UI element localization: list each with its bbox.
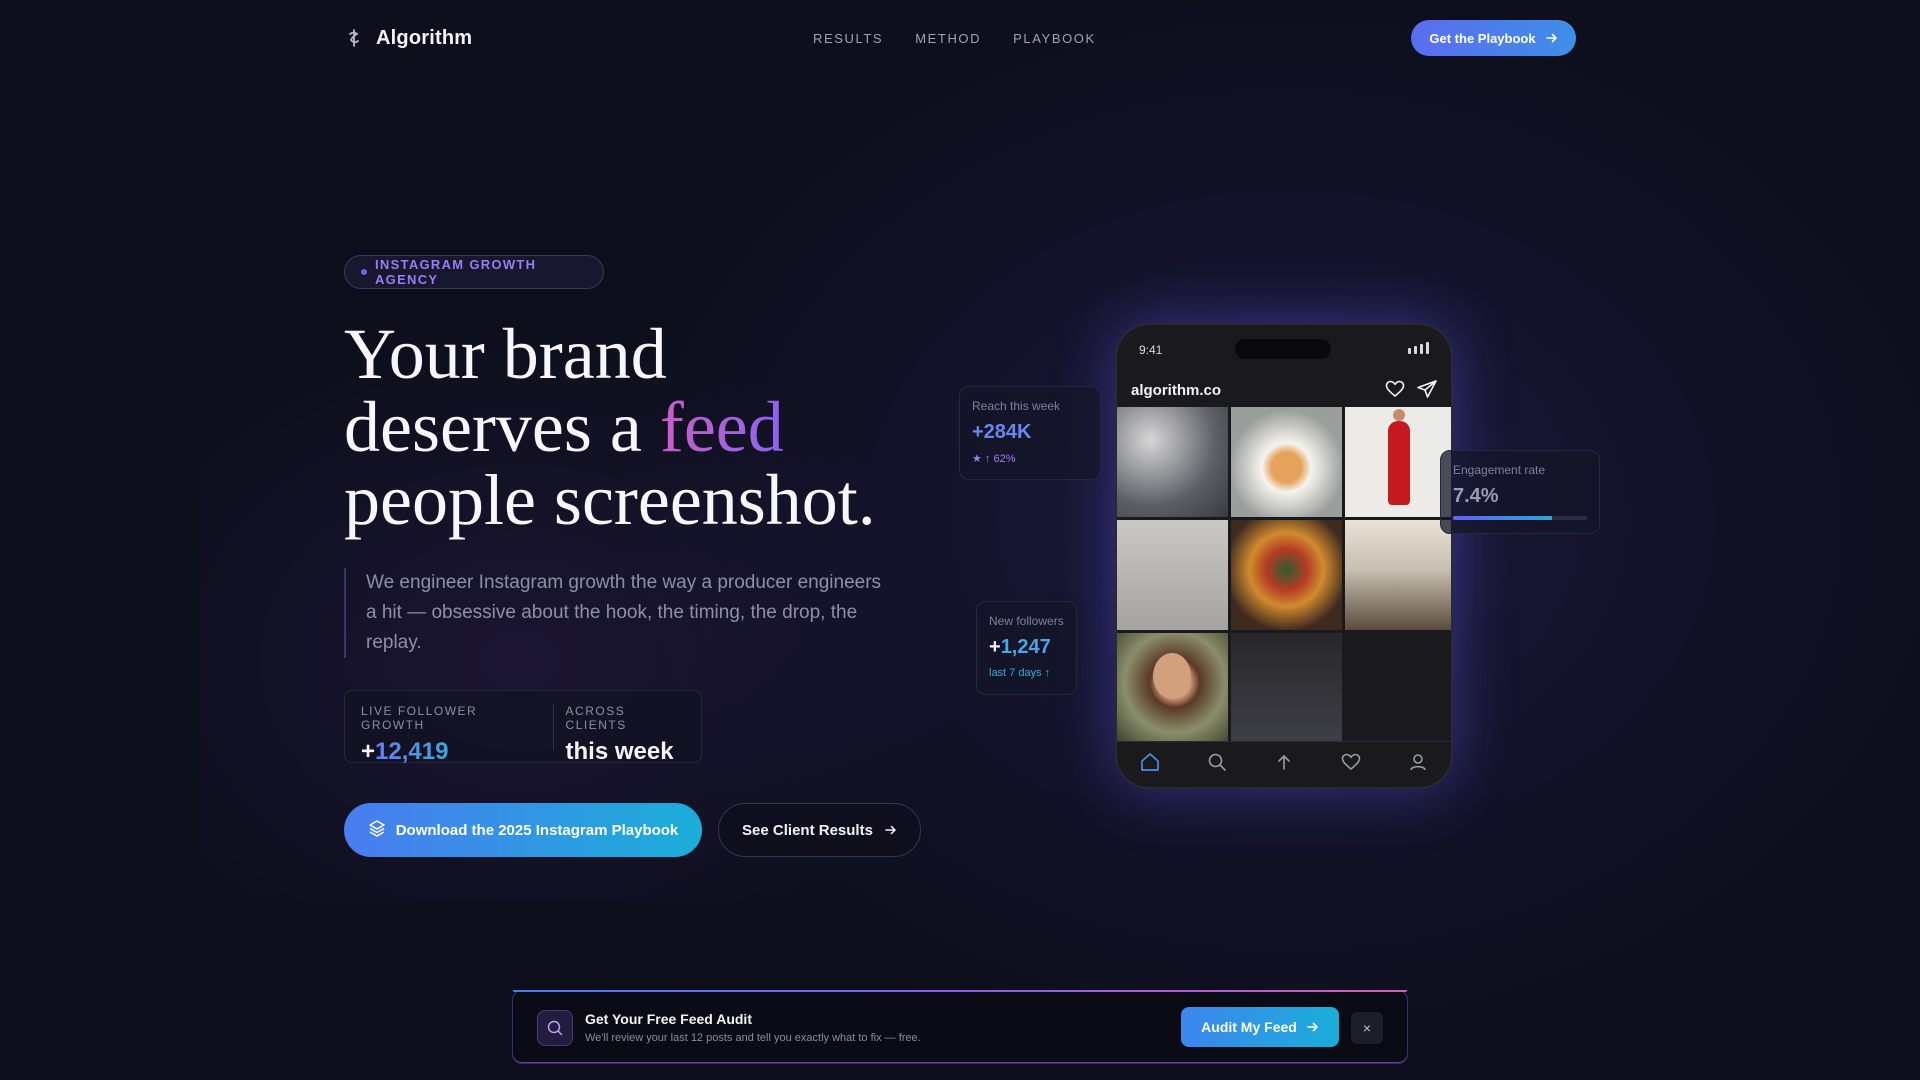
followers-period: last 7 days ↑ [989, 667, 1051, 679]
audit-my-feed-label: Audit My Feed [1201, 1019, 1297, 1035]
engagement-rate-card: Engagement rate 7.4% [1440, 450, 1600, 534]
new-followers-card: New followers +1,247 last 7 days ↑ [976, 601, 1077, 695]
nav-link-playbook[interactable]: PLAYBOOK [1013, 31, 1096, 46]
nav-links: RESULTS METHOD PLAYBOOK [813, 31, 1096, 46]
stat-value: this week [565, 738, 674, 765]
stat-number: 12,419 [375, 738, 449, 765]
post-thumbnail[interactable] [1231, 407, 1342, 517]
close-icon: × [1362, 1020, 1372, 1036]
post-thumbnail[interactable] [1345, 407, 1451, 517]
post-thumbnail[interactable] [1231, 520, 1342, 630]
stats-panel: LIVE FOLLOWER GROWTH +12,419 ACROSS CLIE… [344, 690, 702, 765]
post-thumbnail[interactable] [1231, 633, 1342, 743]
post-thumbnail[interactable] [1117, 407, 1228, 517]
see-client-results-label: See Client Results [742, 821, 873, 839]
engagement-bar-fill [1453, 516, 1553, 520]
top-nav: Algorithm RESULTS METHOD PLAYBOOK Get th… [344, 19, 1576, 57]
headline-line-3: people screenshot. [344, 460, 876, 540]
hero-headline: Your brand deserves a feed people screen… [344, 318, 964, 537]
reach-label: Reach this week [972, 399, 1061, 413]
engagement-label: Engagement rate [1453, 463, 1546, 477]
post-face [1153, 653, 1191, 699]
send-icon[interactable] [1417, 380, 1437, 403]
phone-notch [1235, 339, 1331, 359]
stat-label: ACROSS CLIENTS [565, 704, 627, 732]
phone-status-bar: 9:41 [1117, 325, 1451, 375]
heart-icon[interactable] [1385, 380, 1405, 403]
brand-name: Algorithm [376, 26, 473, 49]
ig-profile-header: algorithm.co [1117, 375, 1451, 405]
logo-icon [344, 28, 364, 48]
reach-card: Reach this week +284K ★ ↑ 62% [959, 386, 1101, 480]
close-button[interactable]: × [1351, 1012, 1383, 1044]
post-thumbnail[interactable] [1345, 520, 1451, 630]
hero-badge: INSTAGRAM GROWTH AGENCY [344, 255, 604, 289]
reach-change: ★ ↑ 62% [972, 453, 1016, 465]
reach-value: +284K [972, 421, 1032, 443]
ig-bottom-nav [1117, 741, 1451, 787]
get-playbook-label: Get the Playbook [1429, 30, 1536, 46]
upload-icon[interactable] [1274, 752, 1294, 777]
followers-prefix: + [989, 636, 1001, 658]
search-icon[interactable] [1207, 752, 1227, 777]
headline-line-1: Your brand [344, 314, 667, 394]
get-playbook-button[interactable]: Get the Playbook [1411, 20, 1576, 56]
banner-accent-line [513, 990, 1407, 992]
banner-title: Get Your Free Feed Audit [585, 1011, 752, 1027]
phone-time: 9:41 [1139, 343, 1163, 357]
engagement-bar [1453, 516, 1587, 520]
stat-value: +12,419 [361, 738, 537, 766]
nav-link-method[interactable]: METHOD [915, 31, 981, 46]
search-icon [537, 1010, 573, 1046]
ig-post-grid [1117, 407, 1451, 743]
followers-number: 1,247 [1000, 636, 1051, 658]
download-playbook-button[interactable]: Download the 2025 Instagram Playbook [344, 803, 702, 857]
feed-audit-banner: Get Your Free Feed Audit We'll review yo… [512, 990, 1408, 1064]
followers-value: +1,247 [989, 636, 1064, 659]
phone-mockup: 9:41 algorithm.co [1115, 323, 1453, 789]
home-icon[interactable] [1140, 752, 1160, 777]
logo[interactable]: Algorithm [344, 27, 472, 50]
arrow-right-icon [1307, 1019, 1319, 1035]
headline-line-2: deserves a [344, 387, 660, 467]
stat-label: LIVE FOLLOWER GROWTH [361, 704, 478, 732]
engagement-value: 7.4% [1453, 485, 1499, 507]
download-playbook-label: Download the 2025 Instagram Playbook [395, 821, 679, 839]
post-figure [1388, 409, 1410, 505]
banner-description: We'll review your last 12 posts and tell… [585, 1032, 921, 1044]
post-thumbnail[interactable] [1117, 633, 1228, 743]
heart-icon[interactable] [1341, 752, 1361, 777]
ig-handle: algorithm.co [1131, 381, 1222, 399]
signal-icon [1408, 342, 1429, 354]
badge-dot-icon [361, 269, 367, 275]
see-client-results-button[interactable]: See Client Results [718, 803, 921, 857]
followers-label: New followers [989, 614, 1064, 628]
stat-prefix: + [361, 738, 376, 765]
arrow-right-icon [885, 822, 897, 839]
hero-subtext: We engineer Instagram growth the way a p… [344, 568, 884, 658]
nav-link-results[interactable]: RESULTS [813, 31, 883, 46]
arrow-right-icon [1545, 31, 1558, 46]
headline-accent-word: feed [659, 387, 784, 467]
badge-text: INSTAGRAM GROWTH AGENCY [374, 257, 537, 287]
post-thumbnail[interactable] [1117, 520, 1228, 630]
stat-across-clients: ACROSS CLIENTS this week [552, 703, 701, 765]
audit-my-feed-button[interactable]: Audit My Feed [1181, 1007, 1339, 1047]
ig-actions [1385, 380, 1437, 403]
profile-icon[interactable] [1408, 752, 1428, 777]
layers-icon [368, 819, 386, 841]
stat-follower-growth: LIVE FOLLOWER GROWTH +12,419 [345, 691, 553, 765]
